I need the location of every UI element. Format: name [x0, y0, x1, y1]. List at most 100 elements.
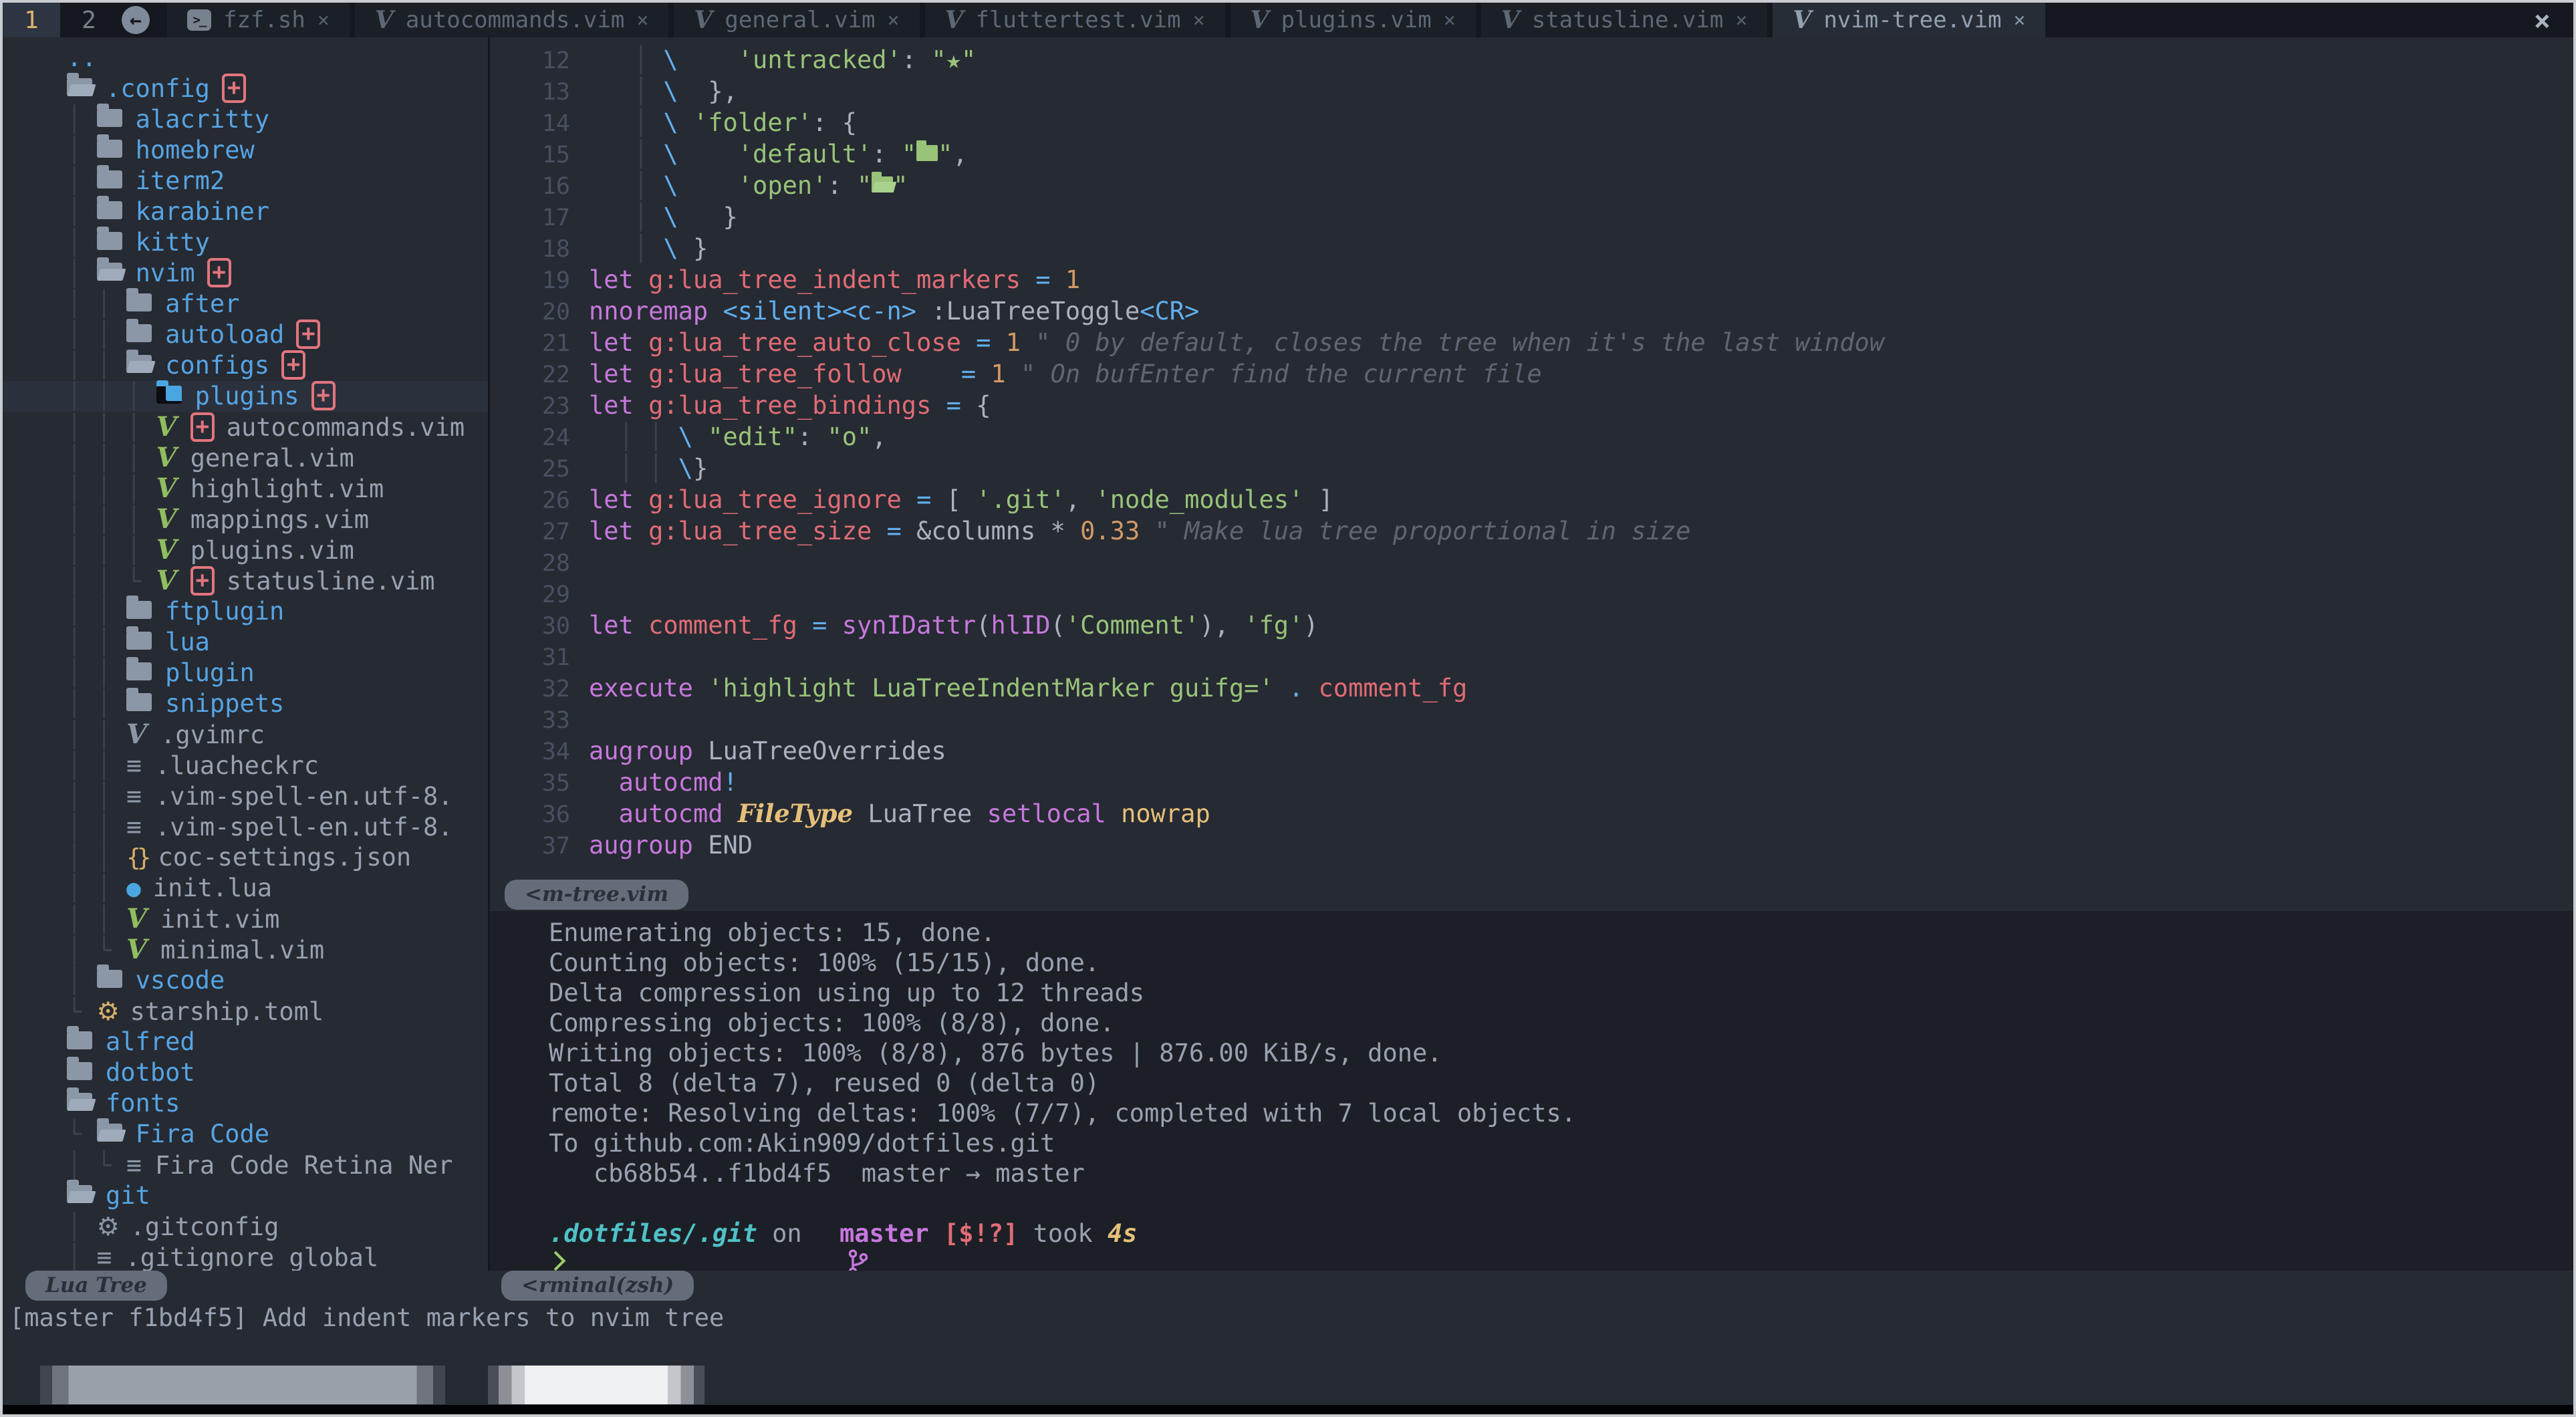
tree-item-label: starship.toml [130, 997, 324, 1026]
tree-item-plugins[interactable]: │ │ │ plugins+ [3, 381, 488, 412]
code-line[interactable]: 36 autocmd FileType LuaTree setlocal now… [490, 798, 2573, 829]
tree-item-fonts[interactable]: fonts [3, 1088, 488, 1119]
code-line[interactable]: 27let g:lua_tree_size = &columns * 0.33 … [490, 515, 2573, 547]
tree-item-init.vim[interactable]: │ │ Vinit.vim [3, 904, 488, 934]
tree-item-ftplugin[interactable]: │ │ ftplugin [3, 596, 488, 627]
tab-close-icon[interactable]: × [317, 9, 330, 32]
tab-close-icon[interactable]: × [2013, 9, 2025, 32]
tree-item-.gitconfig[interactable]: │ ⚙.gitconfig [3, 1211, 488, 1242]
code-line[interactable]: 20nnoremap <silent><c-n> :LuaTreeToggle<… [490, 295, 2573, 327]
code-line[interactable]: 18 │ \ } [490, 233, 2573, 264]
terminal-pane[interactable]: Enumerating objects: 15, done.Counting o… [490, 911, 2573, 1271]
tree-item-configs[interactable]: │ │ configs+ [3, 350, 488, 381]
code-line[interactable]: 30let comment_fg = synIDattr(hlID('Comme… [490, 610, 2573, 641]
code-line[interactable]: 33 [490, 704, 2573, 735]
code-line[interactable]: 37augroup END [490, 829, 2573, 861]
tree-item-dotbot[interactable]: dotbot [3, 1057, 488, 1088]
code-line[interactable]: 16 │ \ 'open': "" [490, 170, 2573, 201]
code-line[interactable]: 25 │ │ \} [490, 453, 2573, 484]
tree-item-highlight.vim[interactable]: │ │ │ Vhighlight.vim [3, 473, 488, 504]
code-line[interactable]: 13 │ \ }, [490, 76, 2573, 107]
tree-item-plugin[interactable]: │ │ plugin [3, 658, 488, 688]
tree-item-label: plugins [195, 382, 299, 410]
tab-autocommands.vim[interactable]: Vautocommands.vim × [355, 3, 669, 37]
tree-item-lua[interactable]: │ │ lua [3, 627, 488, 658]
code-line[interactable]: 24 │ │ \ "edit": "o", [490, 421, 2573, 453]
message-line: [master f1bd4f5] Add indent markers to n… [3, 1302, 2573, 1333]
tree-item-starship.toml[interactable]: └ ⚙starship.toml [3, 996, 488, 1027]
code-line[interactable]: 12 │ \ 'untracked': "★" [490, 44, 2573, 76]
tree-item-.gitignore_global[interactable]: │ ≡.gitignore_global [3, 1242, 488, 1271]
tree-item-init.lua[interactable]: │ │ ●init.lua [3, 873, 488, 904]
tab-statusline.vim[interactable]: Vstatusline.vim × [1481, 3, 1768, 37]
session-pill-opportunity-cost[interactable]: □ opportunity_cost [40, 1366, 445, 1404]
folder-icon [126, 632, 152, 650]
code-line[interactable]: 35 autocmd! [490, 767, 2573, 798]
tree-item-iterm2[interactable]: │ iterm2 [3, 166, 488, 197]
tree-item-.config[interactable]: .config+ [3, 74, 488, 104]
tree-item-alacritty[interactable]: │ alacritty [3, 104, 488, 135]
tab-number-1[interactable]: 1 [3, 3, 60, 37]
tree-item-Fira Code Retina Ner[interactable]: │ └ ≡Fira Code Retina Ner [3, 1150, 488, 1180]
tree-item-.vim-spell-en.utf-8.[interactable]: │ │ ≡.vim-spell-en.utf-8. [3, 781, 488, 811]
tree-item-label: ftplugin [165, 597, 284, 626]
tree-item-plugins.vim[interactable]: │ │ │ Vplugins.vim [3, 535, 488, 565]
tree-item-git[interactable]: git [3, 1180, 488, 1211]
tree-item-.vim-spell-en.utf-8.[interactable]: │ │ ≡.vim-spell-en.utf-8. [3, 811, 488, 842]
code-line[interactable]: 29 [490, 578, 2573, 610]
close-all-button[interactable]: × [2534, 3, 2573, 37]
main-split: ...config+│ alacritty│ homebrew│ iterm2│… [3, 37, 2573, 1271]
tree-item-general.vim[interactable]: │ │ │ Vgeneral.vim [3, 442, 488, 473]
code-editor[interactable]: 12 │ \ 'untracked': "★"13 │ \ },14 │ \ '… [490, 37, 2573, 880]
close-icon: × [2534, 4, 2551, 37]
code-line[interactable]: 19let g:lua_tree_indent_markers = 1 [490, 264, 2573, 295]
tab-close-icon[interactable]: × [888, 9, 900, 32]
session-pill-dotfiles[interactable]: .dotfiles [488, 1366, 704, 1404]
code-line[interactable]: 14 │ \ 'folder': { [490, 107, 2573, 138]
code-line[interactable]: 28 [490, 547, 2573, 578]
tab-close-icon[interactable]: × [1444, 9, 1456, 32]
tree-item-label: karabiner [136, 197, 269, 226]
tab-nvim-tree.vim[interactable]: Vnvim-tree.vim × [1773, 3, 2045, 37]
code-line[interactable]: 31 [490, 641, 2573, 672]
tab-close-icon[interactable]: × [1735, 9, 1747, 32]
tree-item-minimal.vim[interactable]: │ └ Vminimal.vim [3, 934, 488, 965]
tab-plugins.vim[interactable]: Vplugins.vim × [1231, 3, 1476, 37]
tree-item-vscode[interactable]: │ vscode [3, 965, 488, 996]
code-line[interactable]: 23let g:lua_tree_bindings = { [490, 390, 2573, 421]
tab-close-icon[interactable]: × [636, 9, 648, 32]
code-line[interactable]: 22let g:lua_tree_follow = 1 " On bufEnte… [490, 358, 2573, 390]
tree-item-..[interactable]: .. [3, 43, 488, 74]
code-line[interactable]: 32execute 'highlight LuaTreeIndentMarker… [490, 672, 2573, 704]
tree-item-homebrew[interactable]: │ homebrew [3, 135, 488, 166]
code-line[interactable]: 15 │ \ 'default': "", [490, 138, 2573, 170]
tree-item-autoload[interactable]: │ │ autoload+ [3, 319, 488, 350]
tab-general.vim[interactable]: Vgeneral.vim × [674, 3, 919, 37]
tree-item-autocommands.vim[interactable]: │ │ │ V+autocommands.vim [3, 412, 488, 442]
tree-item-.gvimrc[interactable]: │ │ V.gvimrc [3, 719, 488, 750]
tree-item-statusline.vim[interactable]: │ │ └ V+statusline.vim [3, 565, 488, 596]
tab-close-icon[interactable]: × [1193, 9, 1205, 32]
code-line[interactable]: 26let g:lua_tree_ignore = [ '.git', 'nod… [490, 484, 2573, 515]
tree-item-alfred[interactable]: alfred [3, 1027, 488, 1057]
tree-item-nvim[interactable]: │ nvim+ [3, 258, 488, 289]
tree-item-karabiner[interactable]: │ karabiner [3, 197, 488, 227]
line-number: 17 [490, 203, 589, 234]
tree-item-.luacheckrc[interactable]: │ │ ≡.luacheckrc [3, 750, 488, 781]
tree-item-mappings.vim[interactable]: │ │ │ Vmappings.vim [3, 504, 488, 535]
code-line[interactable]: 17 │ \ } [490, 201, 2573, 233]
code-line[interactable]: 34augroup LuaTreeOverrides [490, 735, 2573, 767]
tree-item-Fira Code[interactable]: └ Fira Code [3, 1119, 488, 1150]
folder-icon [97, 201, 122, 219]
tab-fzf.sh[interactable]: >_fzf.sh × [167, 3, 350, 37]
code-line[interactable]: 21let g:lua_tree_auto_close = 1 " 0 by d… [490, 327, 2573, 358]
tree-item-snippets[interactable]: │ │ snippets [3, 688, 488, 719]
tree-item-label: autoload [165, 320, 284, 349]
tree-item-coc-settings.json[interactable]: │ │ {}coc-settings.json [3, 842, 488, 873]
tree-item-kitty[interactable]: │ kitty [3, 227, 488, 258]
tree-item-after[interactable]: │ │ after [3, 289, 488, 319]
tab-number-2[interactable]: 2 [60, 3, 118, 37]
history-back-button[interactable]: ← [118, 3, 162, 37]
tab-fluttertest.vim[interactable]: Vfluttertest.vim × [925, 3, 1225, 37]
tree-item-label: .gvimrc [160, 721, 265, 749]
